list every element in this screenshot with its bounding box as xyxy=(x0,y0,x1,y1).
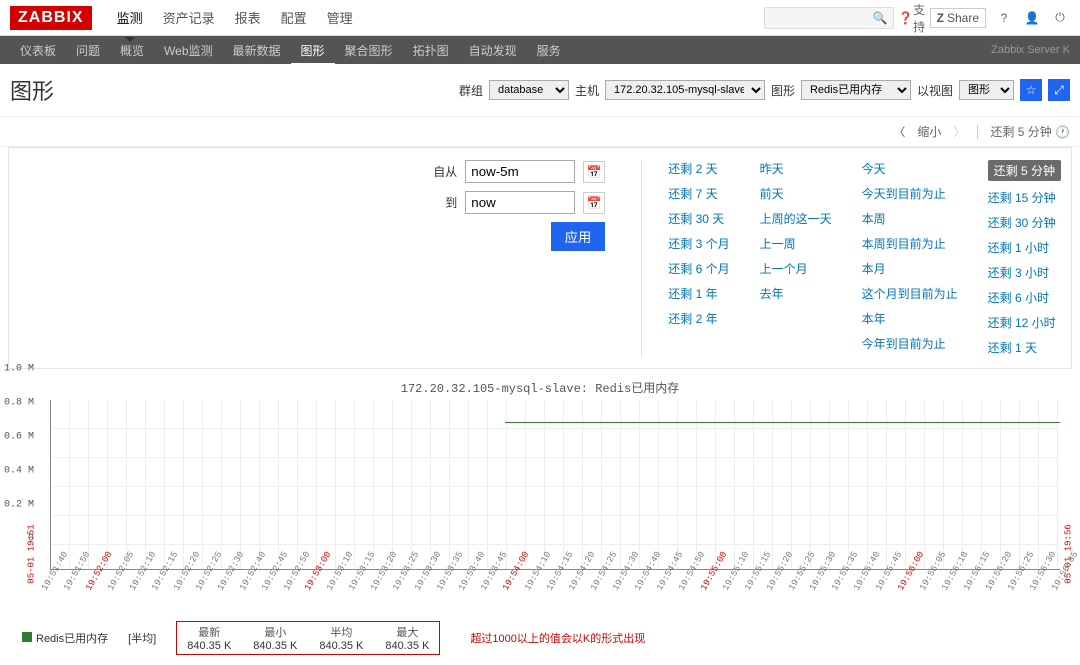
host-select[interactable]: 172.20.32.105-mysql-slave xyxy=(605,80,765,100)
search-icon: 🔍 xyxy=(873,11,888,25)
y-tick: 0.2 M xyxy=(4,500,34,511)
y-tick: 0.4 M xyxy=(4,466,34,477)
y-tick: 1.0 M xyxy=(4,364,34,375)
top-menu: 监测 资产记录 报表 配置 管理 xyxy=(107,0,363,37)
search-input[interactable]: 🔍 xyxy=(764,7,894,29)
logo: ZABBIX xyxy=(10,6,92,30)
sub-screens[interactable]: 聚合图形 xyxy=(335,35,403,66)
menu-inventory[interactable]: 资产记录 xyxy=(153,0,225,37)
sub-problems[interactable]: 问题 xyxy=(66,35,110,66)
sub-dashboard[interactable]: 仪表板 xyxy=(10,35,66,66)
preset-link[interactable]: 还剩 30 分钟 xyxy=(988,214,1061,231)
graph-label: 图形 xyxy=(771,82,795,99)
menu-admin[interactable]: 管理 xyxy=(317,0,363,37)
page-title: 图形 xyxy=(10,74,54,106)
preset-link[interactable]: 本周 xyxy=(862,210,958,227)
menu-config[interactable]: 配置 xyxy=(271,0,317,37)
host-label: 主机 xyxy=(575,82,599,99)
stats-box: 最新840.35 K 最小840.35 K 半均840.35 K 最大840.3… xyxy=(176,621,440,655)
logout-icon[interactable]: ⏻ xyxy=(1050,8,1070,28)
to-label: 到 xyxy=(445,194,457,211)
view-label: 以视图 xyxy=(917,82,953,99)
preset-link[interactable]: 本年 xyxy=(862,310,958,327)
preset-link[interactable]: 上一个月 xyxy=(760,260,832,277)
sub-latest[interactable]: 最新数据 xyxy=(223,35,291,66)
preset-link[interactable]: 这个月到目前为止 xyxy=(862,285,958,302)
preset-link[interactable]: 上周的这一天 xyxy=(760,210,832,227)
time-presets: 还剩 2 天还剩 7 天还剩 30 天还剩 3 个月还剩 6 个月还剩 1 年还… xyxy=(648,160,1061,356)
preset-link[interactable]: 还剩 2 年 xyxy=(668,310,729,327)
annotation-text: 超过1000以上的值会以K的形式出现 xyxy=(470,630,645,646)
sub-discovery[interactable]: 自动发现 xyxy=(459,35,527,66)
y-tick: 0 xyxy=(28,534,34,545)
preset-link[interactable]: 还剩 1 年 xyxy=(668,285,729,302)
preset-link[interactable]: 还剩 3 个月 xyxy=(668,235,729,252)
preset-link[interactable]: 本月 xyxy=(862,260,958,277)
to-calendar-icon[interactable]: 📅 xyxy=(583,192,605,214)
from-calendar-icon[interactable]: 📅 xyxy=(583,161,605,183)
group-label: 群组 xyxy=(459,82,483,99)
nav-next-icon[interactable]: 〉 xyxy=(953,123,965,140)
menu-monitoring[interactable]: 监测 xyxy=(107,0,153,37)
chart-plot xyxy=(50,400,1060,570)
preset-link[interactable]: 还剩 1 小时 xyxy=(988,239,1061,256)
preset-link[interactable]: 昨天 xyxy=(760,160,832,177)
preset-link[interactable]: 还剩 2 天 xyxy=(668,160,729,177)
from-input[interactable] xyxy=(465,160,575,183)
preset-link[interactable]: 还剩 6 个月 xyxy=(668,260,729,277)
zoom-shrink[interactable]: 缩小 xyxy=(917,123,941,140)
chart-title: 172.20.32.105-mysql-slave: Redis已用内存 xyxy=(10,379,1070,396)
preset-link[interactable]: 还剩 1 天 xyxy=(988,339,1061,356)
legend-avg-label: [半均] xyxy=(128,630,156,646)
preset-link[interactable]: 还剩 7 天 xyxy=(668,185,729,202)
preset-link[interactable]: 本周到目前为止 xyxy=(862,235,958,252)
nav-prev-icon[interactable]: 〈 xyxy=(893,123,905,140)
y-tick: 0.6 M xyxy=(4,432,34,443)
from-label: 自从 xyxy=(433,163,457,180)
help-icon[interactable]: ? xyxy=(994,8,1014,28)
preset-link[interactable]: 今年到目前为止 xyxy=(862,335,958,352)
preset-link[interactable]: 今天到目前为止 xyxy=(862,185,958,202)
user-icon[interactable]: 👤 xyxy=(1022,8,1042,28)
menu-reports[interactable]: 报表 xyxy=(225,0,271,37)
sub-maps[interactable]: 拓扑图 xyxy=(403,35,459,66)
fullscreen-button[interactable]: ⤢ xyxy=(1048,79,1070,101)
preset-link[interactable]: 还剩 5 分钟 xyxy=(988,160,1061,181)
preset-link[interactable]: 去年 xyxy=(760,285,832,302)
support-button[interactable]: ❓支持 xyxy=(902,8,922,28)
series-line xyxy=(505,422,1060,423)
apply-button[interactable]: 应用 xyxy=(551,222,606,251)
graph-select[interactable]: Redis已用内存 xyxy=(801,80,911,100)
y-tick: 0.8 M xyxy=(4,398,34,409)
server-name: Zabbix Server K xyxy=(991,44,1070,56)
preset-link[interactable]: 前天 xyxy=(760,185,832,202)
sub-graphs[interactable]: 图形 xyxy=(291,35,335,66)
preset-link[interactable]: 还剩 12 小时 xyxy=(988,314,1061,331)
zoom-remaining[interactable]: 还剩 5 分钟 🕐 xyxy=(990,123,1070,140)
preset-link[interactable]: 还剩 6 小时 xyxy=(988,289,1061,306)
favorite-button[interactable]: ☆ xyxy=(1020,79,1042,101)
preset-link[interactable]: 还剩 15 分钟 xyxy=(988,189,1061,206)
sub-services[interactable]: 服务 xyxy=(527,35,571,66)
legend-series: Redis已用内存 xyxy=(22,630,108,646)
preset-link[interactable]: 还剩 30 天 xyxy=(668,210,729,227)
preset-link[interactable]: 今天 xyxy=(862,160,958,177)
preset-link[interactable]: 上一周 xyxy=(760,235,832,252)
sub-web[interactable]: Web监测 xyxy=(154,35,222,66)
to-input[interactable] xyxy=(465,191,575,214)
share-button[interactable]: ZShare xyxy=(930,8,986,28)
group-select[interactable]: database xyxy=(489,80,569,100)
preset-link[interactable]: 还剩 3 小时 xyxy=(988,264,1061,281)
view-select[interactable]: 图形 xyxy=(959,80,1014,100)
